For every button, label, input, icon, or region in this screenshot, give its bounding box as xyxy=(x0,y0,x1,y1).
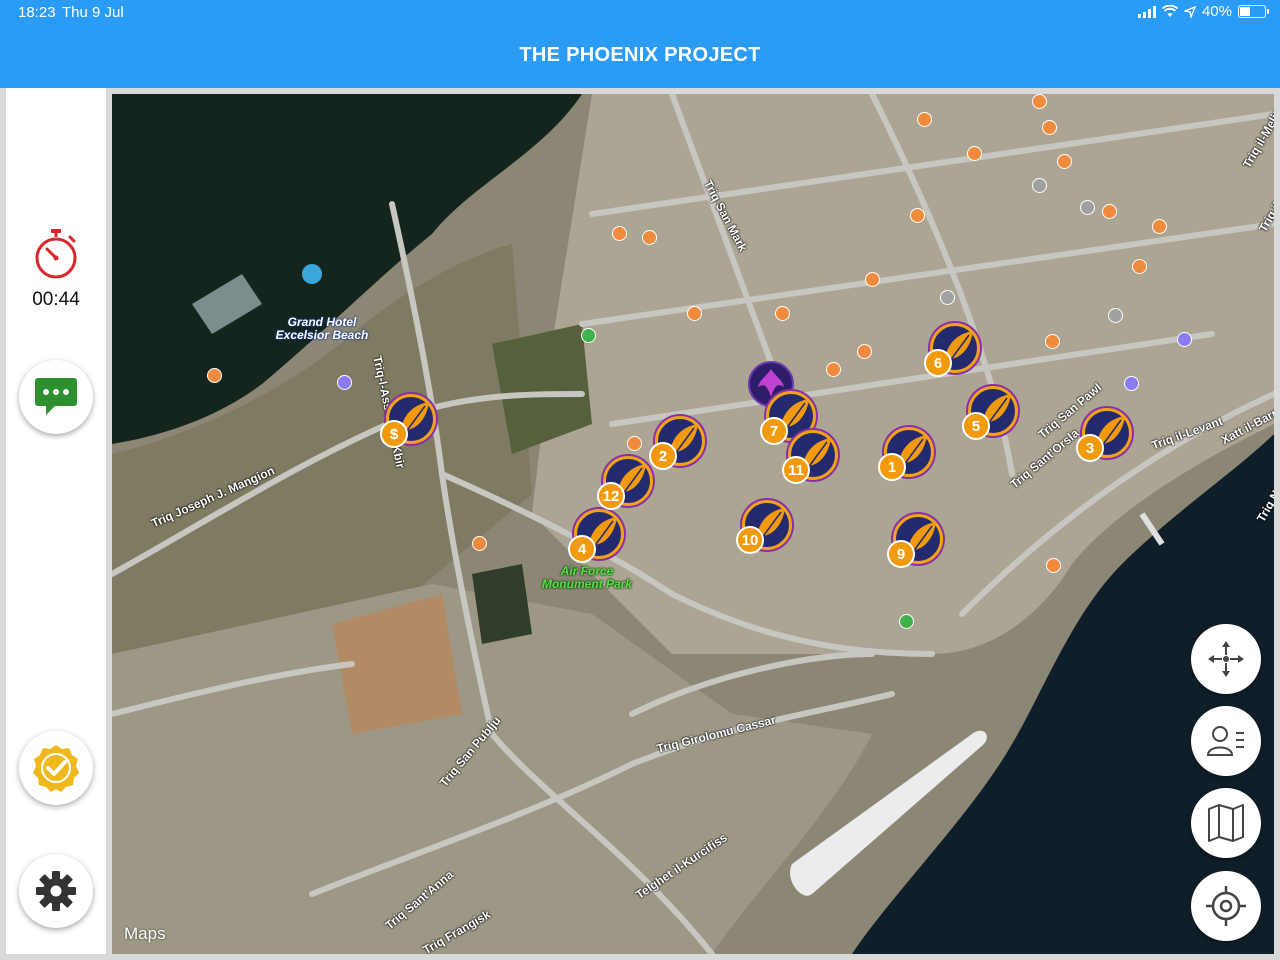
my-location-button[interactable] xyxy=(1191,871,1261,941)
quest-marker-6[interactable]: 6 xyxy=(924,323,980,379)
quest-marker-1[interactable]: 1 xyxy=(878,427,934,483)
status-indicators: 40% xyxy=(1137,3,1269,20)
player-list-icon xyxy=(1206,726,1244,756)
restaurant-icon[interactable] xyxy=(687,306,702,321)
restaurant-icon[interactable] xyxy=(1046,558,1061,573)
restaurant-icon[interactable] xyxy=(910,208,925,223)
timer-display: 00:44 xyxy=(32,289,80,310)
restaurant-icon[interactable] xyxy=(472,536,487,551)
battery-icon xyxy=(1238,5,1269,18)
hotel-icon[interactable] xyxy=(1124,376,1139,391)
wifi-icon xyxy=(1161,5,1178,17)
battery-fill xyxy=(1240,7,1250,16)
satellite-map[interactable]: Triq Joseph J. Mangion Triq-l-Assedju l-… xyxy=(112,94,1274,954)
restaurant-icon[interactable] xyxy=(642,230,657,245)
quest-marker-11[interactable]: 11 xyxy=(782,430,838,486)
status-time: 18:23 xyxy=(18,4,56,21)
completed-tasks-button[interactable] xyxy=(19,731,93,805)
restaurant-icon[interactable] xyxy=(1042,120,1057,135)
restaurant-icon[interactable] xyxy=(627,436,642,451)
dollar-icon: $ xyxy=(380,420,408,448)
folded-map-icon xyxy=(1208,804,1244,842)
restaurant-icon[interactable] xyxy=(612,226,627,241)
recenter-button[interactable] xyxy=(1191,624,1261,694)
hotel-icon[interactable] xyxy=(337,375,352,390)
restaurant-icon[interactable] xyxy=(775,306,790,321)
quest-marker-9[interactable]: 9 xyxy=(887,514,943,570)
restaurant-icon[interactable] xyxy=(1152,219,1167,234)
restaurant-icon[interactable] xyxy=(1057,154,1072,169)
quest-marker-12[interactable]: 12 xyxy=(597,456,653,512)
quest-marker-10[interactable]: 10 xyxy=(736,500,792,556)
checkmark-badge-icon xyxy=(33,745,79,792)
restaurant-icon[interactable] xyxy=(967,146,982,161)
location-arrow-icon xyxy=(1183,5,1196,18)
battery-percent: 40% xyxy=(1201,3,1232,20)
quest-marker-4[interactable]: 4 xyxy=(568,509,624,565)
hotel-icon[interactable] xyxy=(1177,332,1192,347)
chat-button[interactable] xyxy=(19,360,93,434)
players-list-button[interactable] xyxy=(1191,706,1261,776)
maps-credit: Maps xyxy=(124,924,166,943)
quest-marker-2[interactable]: 2 xyxy=(649,416,705,472)
compass-arrows-icon xyxy=(1208,641,1244,677)
crosshair-icon xyxy=(1206,886,1246,926)
park-icon[interactable] xyxy=(581,328,596,343)
page-title: THE PHOENIX PROJECT xyxy=(519,44,761,66)
landmark-icon[interactable] xyxy=(1032,178,1047,193)
map-type-button[interactable] xyxy=(1191,788,1261,858)
status-date: Thu 9 Jul xyxy=(62,4,124,21)
landmark-icon[interactable] xyxy=(1108,308,1123,323)
landmark-icon[interactable] xyxy=(1080,200,1095,215)
restaurant-icon[interactable] xyxy=(1045,334,1060,349)
poi-label-grand-hotel: Grand Hotel Excelsior Beach xyxy=(275,315,369,342)
restaurant-icon[interactable] xyxy=(207,368,222,383)
bank-marker[interactable]: $ xyxy=(380,394,436,450)
sidebar: 00:44 xyxy=(6,88,106,954)
stopwatch-icon xyxy=(35,229,77,279)
restaurant-icon[interactable] xyxy=(917,112,932,127)
restaurant-icon[interactable] xyxy=(865,272,880,287)
quest-marker-5[interactable]: 5 xyxy=(962,386,1018,442)
settings-button[interactable] xyxy=(19,854,93,928)
restaurant-icon[interactable] xyxy=(1132,259,1147,274)
restaurant-icon[interactable] xyxy=(1032,94,1047,109)
landmark-icon[interactable] xyxy=(940,290,955,305)
gear-icon xyxy=(36,871,76,911)
restaurant-icon[interactable] xyxy=(857,344,872,359)
app-root: 18:23 Thu 9 Jul 40% THE PHOENIX PROJECT … xyxy=(0,0,1280,960)
restaurant-icon[interactable] xyxy=(826,362,841,377)
quest-marker-3[interactable]: 3 xyxy=(1076,408,1132,464)
chat-bubble-icon xyxy=(35,378,77,415)
header-bar: 18:23 Thu 9 Jul 40% THE PHOENIX PROJECT xyxy=(0,0,1280,88)
restaurant-icon[interactable] xyxy=(1102,204,1117,219)
map-imagery xyxy=(112,94,1274,954)
signal-icon xyxy=(1137,5,1156,18)
park-icon[interactable] xyxy=(899,614,914,629)
poi-label-air-force-park: Air Force Monument Park xyxy=(541,564,632,591)
